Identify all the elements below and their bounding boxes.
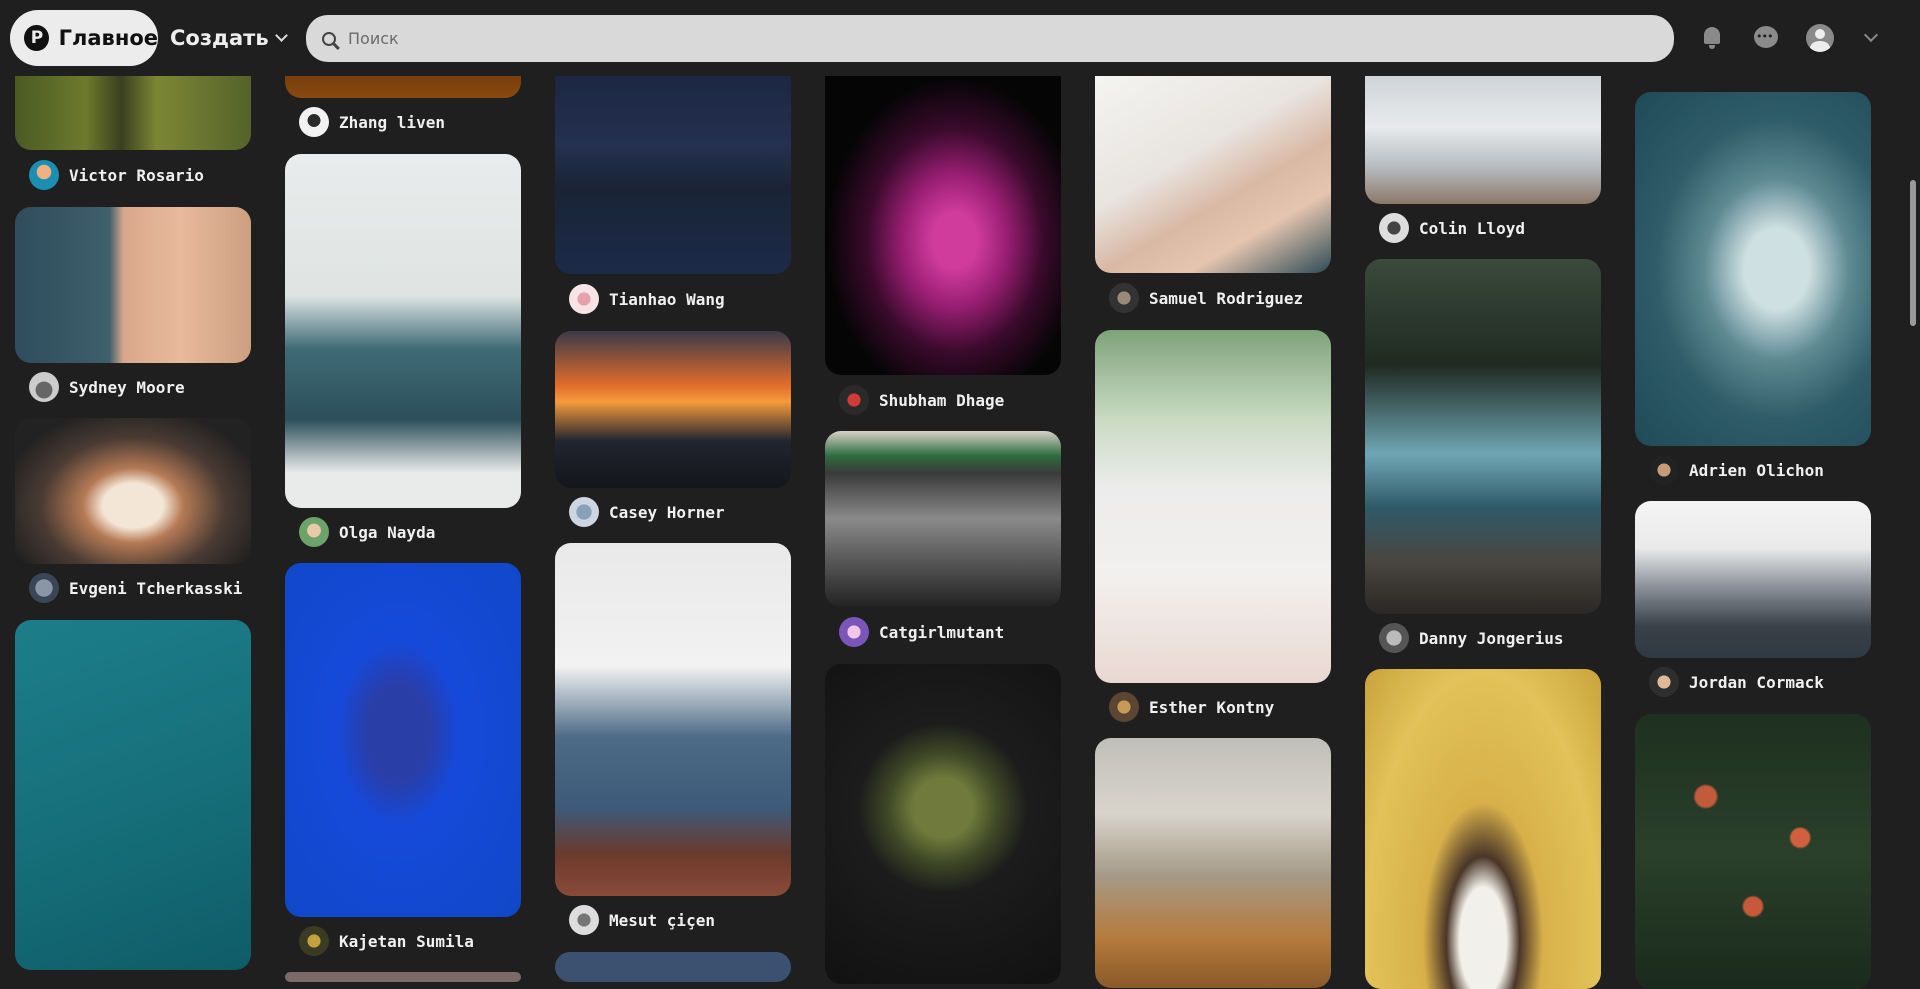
- pin-image[interactable]: [825, 76, 1061, 375]
- home-button[interactable]: Главное: [10, 10, 158, 66]
- pin-image[interactable]: [555, 543, 791, 896]
- author-avatar: [569, 497, 599, 527]
- pin-image[interactable]: [825, 664, 1061, 984]
- author-avatar: [299, 926, 329, 956]
- pin-image[interactable]: [1095, 76, 1331, 273]
- author-name: Casey Horner: [609, 502, 725, 522]
- pin-author[interactable]: Adrien Olichon: [1649, 454, 1824, 486]
- pin-author[interactable]: Zhang liven: [299, 106, 445, 138]
- pin-image[interactable]: [1365, 259, 1601, 614]
- pin-image[interactable]: [1635, 714, 1871, 989]
- author-avatar: [1379, 623, 1409, 653]
- author-name: Catgirlmutant: [879, 622, 1005, 642]
- author-avatar: [839, 617, 869, 647]
- author-name: Sydney Moore: [69, 377, 185, 397]
- pin-author[interactable]: Samuel Rodriguez: [1109, 282, 1303, 314]
- author-name: Mesut çiçen: [609, 910, 715, 930]
- notifications-bell-icon[interactable]: [1698, 24, 1726, 52]
- create-dropdown-button[interactable]: Создать: [170, 10, 288, 66]
- pin-author[interactable]: Tianhao Wang: [569, 283, 725, 315]
- author-avatar: [839, 385, 869, 415]
- author-avatar: [569, 284, 599, 314]
- pin-image[interactable]: [1095, 330, 1331, 683]
- pin-author[interactable]: Catgirlmutant: [839, 616, 1004, 648]
- pin-image[interactable]: [285, 563, 521, 917]
- pin-author[interactable]: Mesut çiçen: [569, 904, 715, 936]
- pin-author[interactable]: Victor Rosario: [29, 159, 204, 191]
- author-name: Olga Nayda: [339, 522, 436, 542]
- pin-author[interactable]: Shubham Dhage: [839, 384, 1004, 416]
- pin-column-1: Victor Rosario Sydney Moore Evgeni Tcher…: [15, 0, 251, 977]
- pin-author[interactable]: Kajetan Sumila: [299, 925, 474, 957]
- pin-image[interactable]: [1095, 738, 1331, 988]
- pin-image[interactable]: [555, 952, 791, 982]
- pin-column-7: Adrien Olichon Jordan Cormack: [1635, 0, 1871, 989]
- pin-author[interactable]: Danny Jongerius: [1379, 622, 1564, 654]
- account-menu-chevron-icon[interactable]: [1863, 27, 1879, 43]
- pin-image[interactable]: [285, 154, 521, 508]
- pin-image[interactable]: [555, 331, 791, 488]
- author-avatar: [1649, 455, 1679, 485]
- pin-author[interactable]: Sydney Moore: [29, 371, 185, 403]
- author-name: Adrien Olichon: [1689, 460, 1824, 480]
- author-avatar: [1379, 213, 1409, 243]
- author-avatar: [29, 372, 59, 402]
- pinterest-logo-icon: [24, 25, 50, 51]
- pin-column-6: Colin Lloyd Danny Jongerius: [1365, 0, 1601, 989]
- author-name: Danny Jongerius: [1419, 628, 1564, 648]
- pin-column-3: Tianhao Wang Casey Horner Mesut çiçen: [555, 0, 791, 982]
- pin-author[interactable]: Jordan Cormack: [1649, 666, 1824, 698]
- author-name: Esther Kontny: [1149, 697, 1275, 717]
- author-name: Colin Lloyd: [1419, 218, 1525, 238]
- home-button-label: Главное: [58, 26, 158, 50]
- search-icon: [322, 31, 336, 46]
- author-name: Victor Rosario: [69, 165, 204, 185]
- pin-image[interactable]: [1365, 76, 1601, 204]
- author-avatar: [299, 517, 329, 547]
- pin-author[interactable]: Olga Nayda: [299, 516, 435, 548]
- author-avatar: [1109, 283, 1139, 313]
- search-bar[interactable]: [306, 15, 1674, 62]
- author-name: Evgeni Tcherkasski: [69, 578, 243, 598]
- author-name: Samuel Rodriguez: [1149, 288, 1304, 308]
- search-input[interactable]: [348, 29, 1548, 48]
- pin-author[interactable]: Evgeni Tcherkasski: [29, 572, 242, 604]
- author-name: Zhang liven: [339, 112, 445, 132]
- pin-column-4: Shubham Dhage Catgirlmutant: [825, 0, 1061, 984]
- author-avatar: [569, 905, 599, 935]
- author-name: Shubham Dhage: [879, 390, 1005, 410]
- pin-image[interactable]: [555, 60, 791, 274]
- pin-image[interactable]: [1635, 92, 1871, 446]
- messages-chat-icon[interactable]: [1752, 24, 1780, 52]
- create-button-label: Создать: [170, 26, 269, 50]
- author-avatar: [299, 107, 329, 137]
- author-avatar: [29, 160, 59, 190]
- pin-image[interactable]: [825, 431, 1061, 607]
- pin-image[interactable]: [1365, 669, 1601, 989]
- pin-image[interactable]: [15, 620, 251, 970]
- pin-column-5: Samuel Rodriguez Esther Kontny: [1095, 0, 1331, 988]
- author-name: Jordan Cormack: [1689, 672, 1824, 692]
- page-scrollbar[interactable]: [1910, 180, 1916, 326]
- chevron-down-icon: [274, 29, 288, 42]
- pin-image[interactable]: [15, 418, 251, 564]
- pin-author[interactable]: Casey Horner: [569, 496, 725, 528]
- profile-avatar-icon[interactable]: [1806, 24, 1834, 52]
- pin-author[interactable]: Esther Kontny: [1109, 691, 1274, 723]
- author-name: Tianhao Wang: [609, 289, 725, 309]
- pin-image[interactable]: [285, 972, 521, 982]
- author-avatar: [1649, 667, 1679, 697]
- top-navigation-bar: Главное Создать: [0, 0, 1920, 76]
- pin-column-2: Zhang liven Olga Nayda Kajetan Sumila: [285, 0, 521, 982]
- pin-author[interactable]: Colin Lloyd: [1379, 212, 1525, 244]
- author-avatar: [29, 573, 59, 603]
- pin-image[interactable]: [1635, 501, 1871, 658]
- author-avatar: [1109, 692, 1139, 722]
- pin-image[interactable]: [15, 207, 251, 363]
- author-name: Kajetan Sumila: [339, 931, 474, 951]
